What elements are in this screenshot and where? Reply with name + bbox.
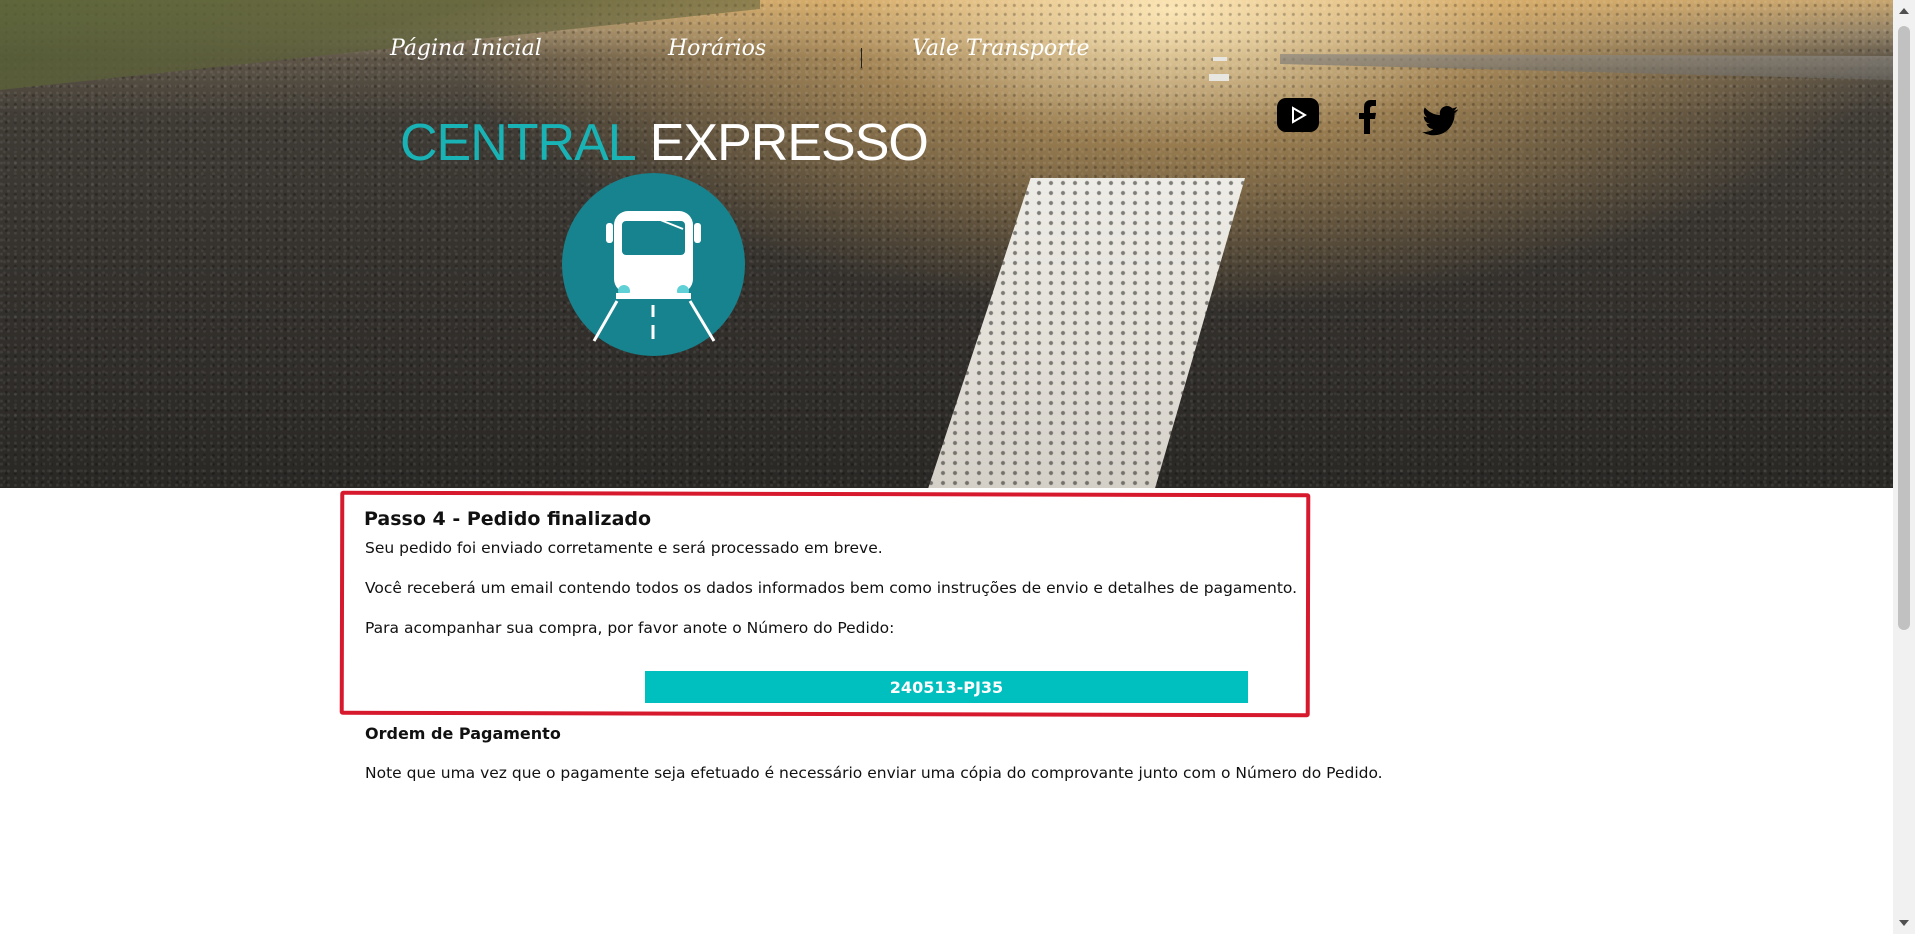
scroll-up-arrow-icon[interactable]: [1899, 8, 1909, 14]
road-center-stripe: [925, 178, 1245, 488]
nav-link-transit-pass[interactable]: Vale Transporte: [912, 36, 1090, 61]
step-title: Passo 4 - Pedido finalizado: [364, 508, 652, 530]
hero-banner: Página Inicial Horários Vale Transporte …: [0, 0, 1893, 488]
order-sent-text: Seu pedido foi enviado corretamente e se…: [365, 539, 883, 557]
bus-logo[interactable]: [562, 173, 745, 356]
nav-separator: [861, 48, 862, 68]
road-dash: [1209, 74, 1229, 81]
page-scrollbar[interactable]: [1893, 0, 1915, 934]
track-order-text: Para acompanhar sua compra, por favor an…: [365, 619, 895, 637]
logo-word-central: CENTRAL: [400, 114, 637, 172]
payment-note-text: Note que uma vez que o pagamente seja ef…: [365, 764, 1383, 782]
bus-icon: [592, 211, 716, 342]
nav-link-home[interactable]: Página Inicial: [390, 36, 542, 61]
scroll-down-arrow-icon[interactable]: [1899, 920, 1909, 926]
youtube-icon[interactable]: [1277, 98, 1319, 132]
scrollbar-thumb[interactable]: [1898, 26, 1910, 630]
nav-link-schedules[interactable]: Horários: [668, 36, 766, 61]
email-info-text: Você receberá um email contendo todos os…: [365, 579, 1298, 597]
payment-section-title: Ordem de Pagamento: [365, 724, 561, 743]
order-number-display: 240513-PJ35: [645, 671, 1248, 703]
twitter-icon[interactable]: [1422, 106, 1458, 136]
facebook-icon[interactable]: [1358, 100, 1376, 134]
main-nav: Página Inicial Horários Vale Transporte: [0, 36, 1893, 72]
logo-word-expresso: EXPRESSO: [649, 114, 929, 172]
page: Página Inicial Horários Vale Transporte …: [0, 0, 1893, 934]
site-logo-text[interactable]: CENTRAL EXPRESSO: [400, 113, 929, 173]
